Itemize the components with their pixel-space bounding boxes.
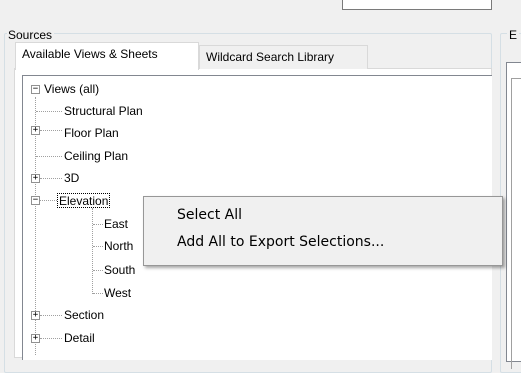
tree-node-elevation[interactable]: Elevation: [57, 193, 111, 208]
tree-line: [93, 293, 103, 294]
tab-wildcard-search-library[interactable]: Wildcard Search Library: [199, 45, 368, 69]
expand-icon[interactable]: +: [31, 311, 40, 320]
expand-icon[interactable]: +: [31, 126, 40, 135]
tree-node-detail[interactable]: Detail: [64, 331, 95, 346]
tree-line: [40, 338, 62, 339]
tree-line: [93, 270, 103, 271]
tree-line: [93, 224, 103, 225]
tree-node-south[interactable]: South: [104, 263, 135, 278]
right-list-inner: [511, 78, 521, 369]
tree-line: [92, 208, 93, 294]
tree-node-views-all[interactable]: Views (all): [44, 82, 99, 97]
tab-available-views-sheets[interactable]: Available Views & Sheets: [15, 42, 199, 70]
tree-node-section[interactable]: Section: [64, 308, 104, 323]
context-menu: Select All Add All to Export Selections.…: [143, 196, 503, 266]
sources-group-title: Sources: [7, 28, 55, 42]
tree-line: [40, 315, 62, 316]
menu-item-add-all-to-export-selections[interactable]: Add All to Export Selections...: [177, 232, 384, 252]
collapse-icon[interactable]: −: [31, 85, 40, 94]
tree-line: [36, 156, 62, 157]
right-group-title: E: [507, 28, 520, 42]
tree-line: [36, 111, 62, 112]
tree-line: [40, 130, 62, 131]
expand-icon[interactable]: +: [31, 174, 40, 183]
tree-node-structural-plan[interactable]: Structural Plan: [64, 104, 143, 119]
tree-node-north[interactable]: North: [104, 239, 133, 254]
tree-node-ceiling-plan[interactable]: Ceiling Plan: [64, 149, 128, 164]
tree-node-east[interactable]: East: [104, 217, 128, 232]
collapse-icon[interactable]: −: [31, 196, 40, 205]
tree-node-west[interactable]: West: [104, 286, 131, 301]
tree-node-3d[interactable]: 3D: [64, 171, 79, 186]
tree-line: [40, 200, 57, 201]
menu-item-select-all[interactable]: Select All: [177, 205, 242, 225]
tree-line: [40, 178, 62, 179]
top-input-field[interactable]: [342, 0, 492, 10]
tree-line: [93, 246, 103, 247]
expand-icon[interactable]: +: [31, 334, 40, 343]
tree-node-floor-plan[interactable]: Floor Plan: [64, 126, 119, 141]
